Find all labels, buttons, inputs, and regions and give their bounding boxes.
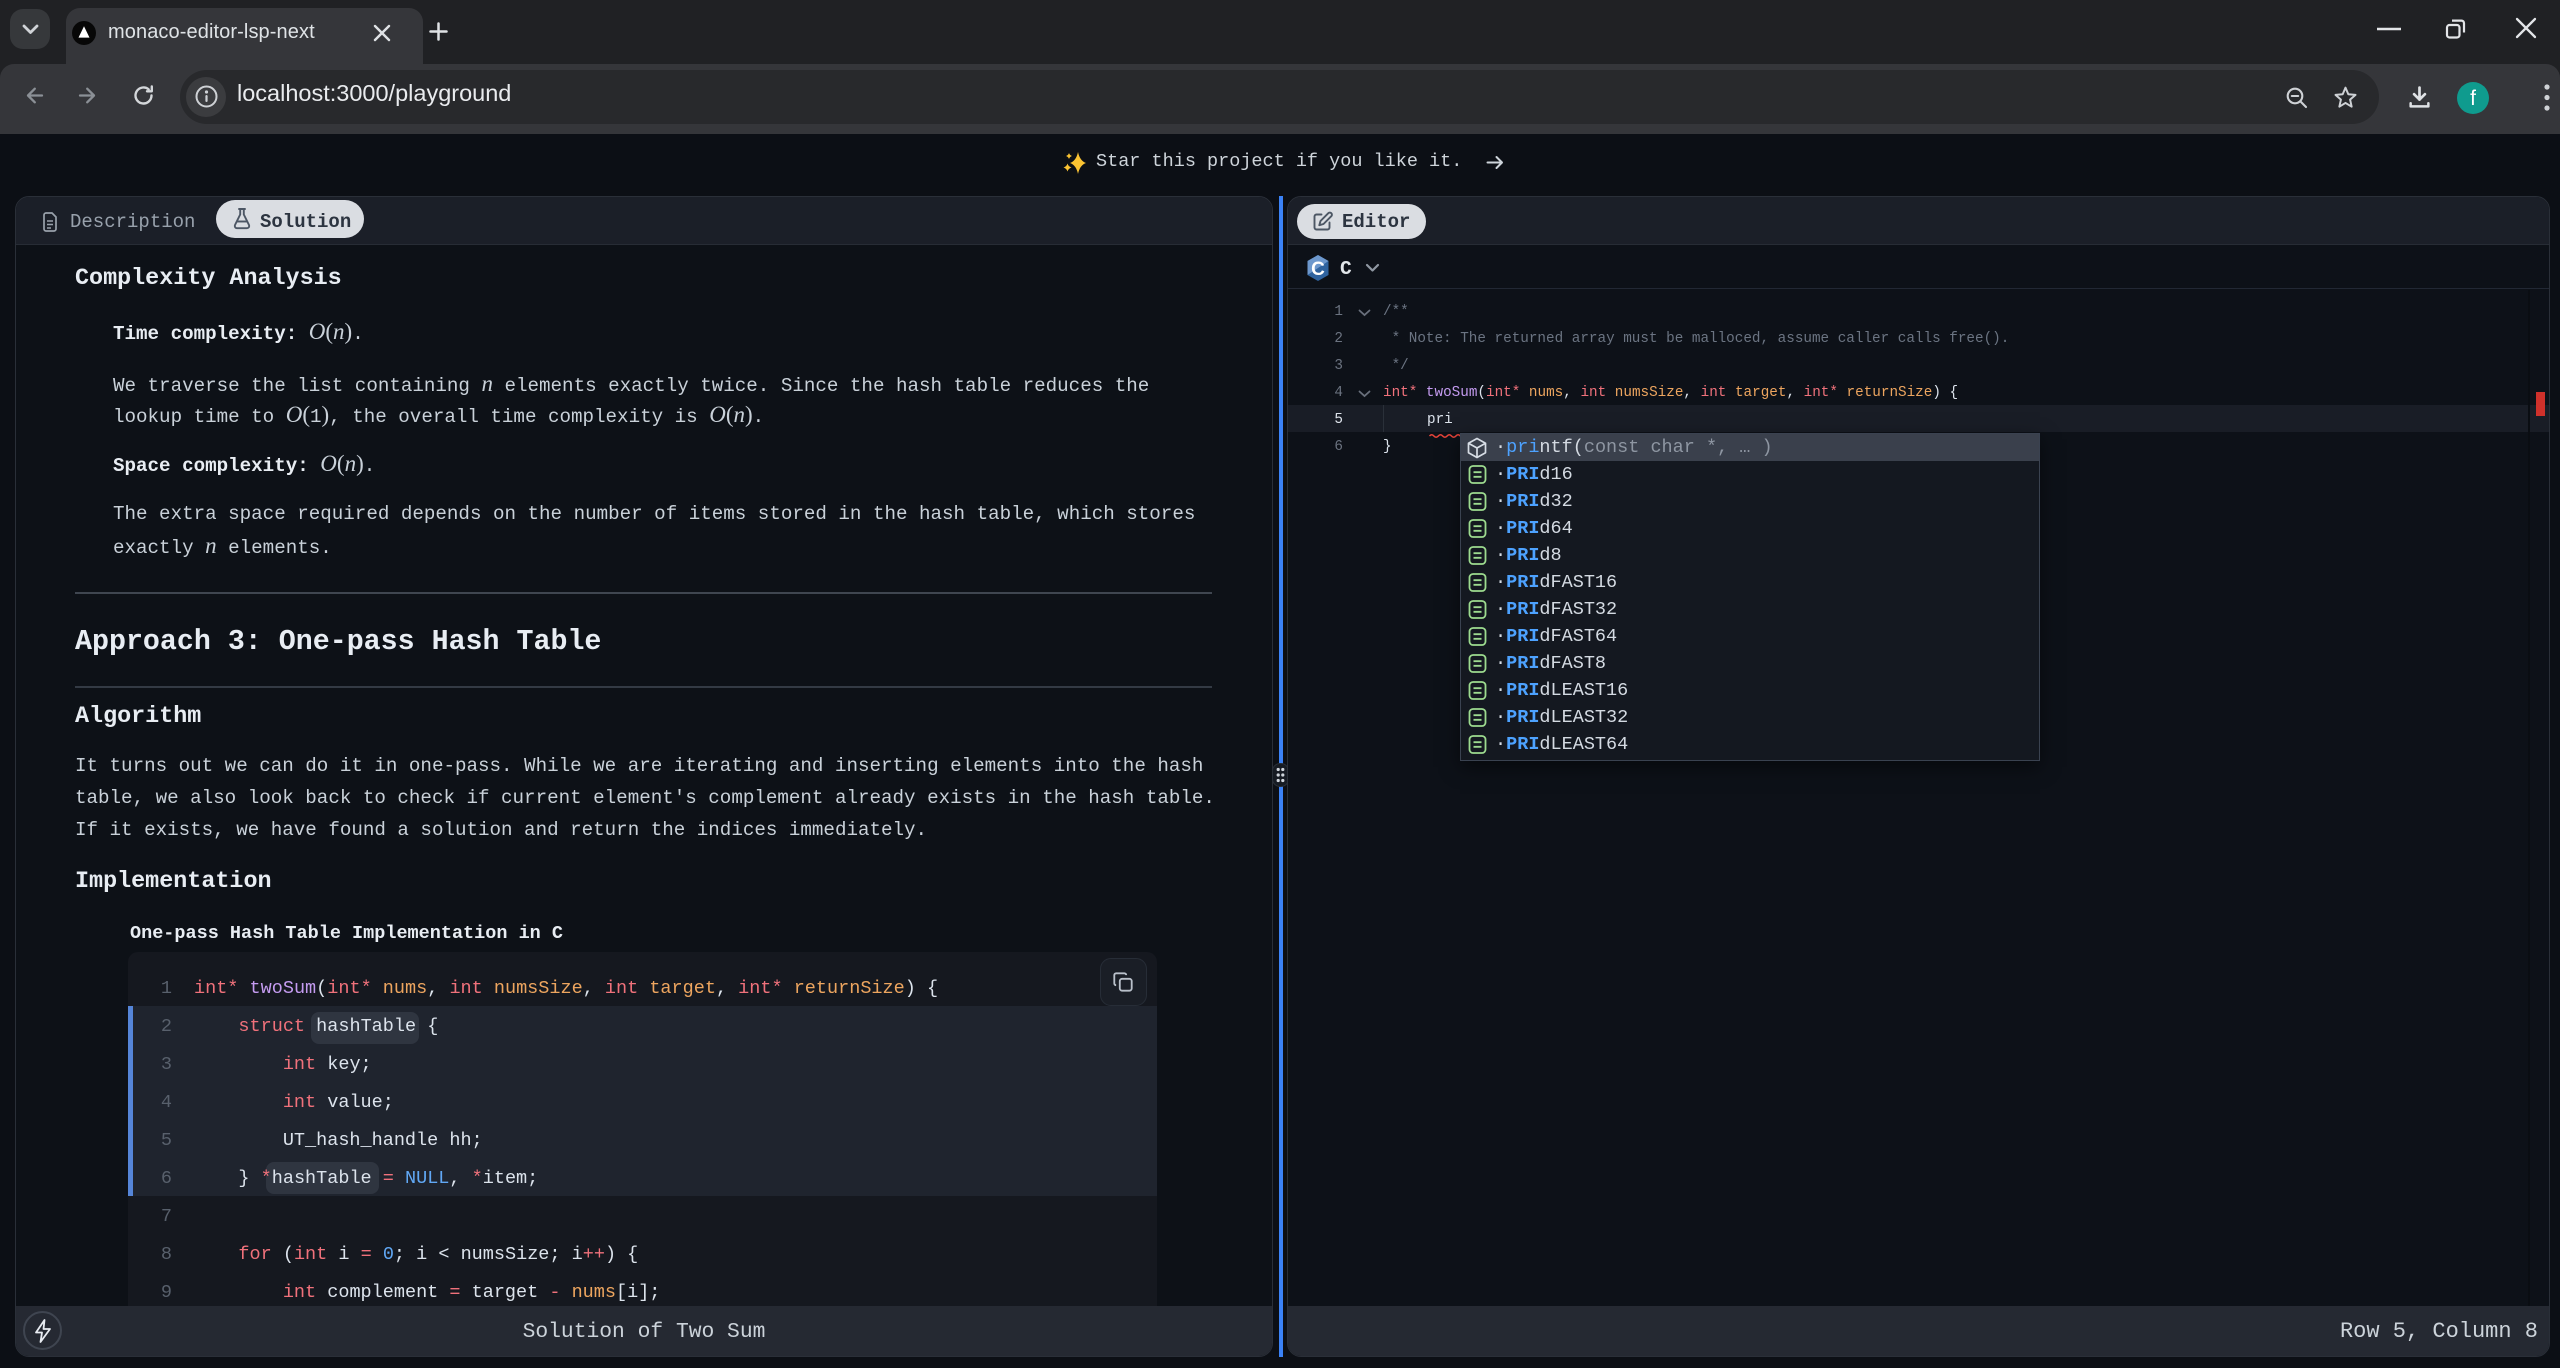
svg-text:C: C [1311, 259, 1325, 280]
